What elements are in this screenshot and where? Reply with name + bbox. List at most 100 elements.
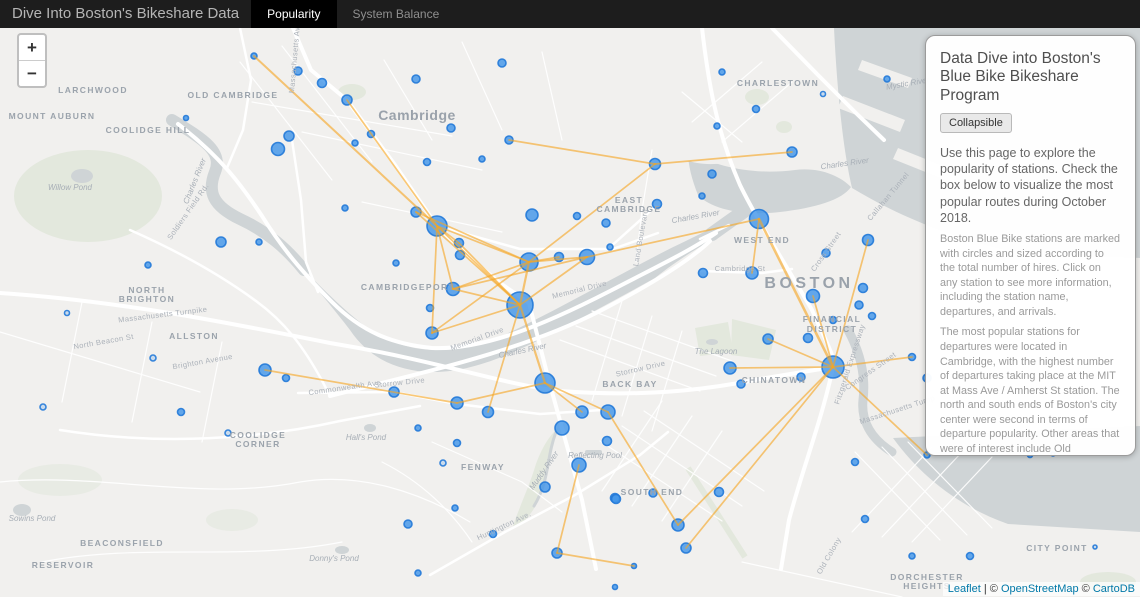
station-marker[interactable] xyxy=(352,140,358,146)
station-marker[interactable] xyxy=(452,505,458,511)
station-marker[interactable] xyxy=(284,131,294,141)
map-label: FINANCIAL xyxy=(803,314,861,324)
info-panel: Data Dive into Boston's Blue Bike Bikesh… xyxy=(925,35,1136,456)
station-marker[interactable] xyxy=(574,213,581,220)
map-label: RESERVOIR xyxy=(32,560,95,570)
map-attribution: Leaflet | © OpenStreetMap © CartoDB xyxy=(943,582,1140,596)
map-label: ALLSTON xyxy=(169,331,219,341)
map-label: Cambridge xyxy=(378,107,456,123)
map-label: DISTRICT xyxy=(807,324,857,334)
station-marker[interactable] xyxy=(607,244,613,250)
station-marker[interactable] xyxy=(708,170,716,178)
zoom-in-button[interactable]: + xyxy=(19,35,45,61)
station-marker[interactable] xyxy=(526,209,538,221)
station-marker[interactable] xyxy=(404,520,412,528)
tab-system-balance[interactable]: System Balance xyxy=(337,0,456,28)
map-label: Hall's Pond xyxy=(346,433,387,442)
station-marker[interactable] xyxy=(855,301,863,309)
station-marker[interactable] xyxy=(719,69,725,75)
tab-popularity[interactable]: Popularity xyxy=(251,0,336,28)
station-marker[interactable] xyxy=(555,421,569,435)
station-marker[interactable] xyxy=(699,193,705,199)
station-marker[interactable] xyxy=(178,409,185,416)
station-marker[interactable] xyxy=(753,106,760,113)
station-marker[interactable] xyxy=(869,313,876,320)
station-marker[interactable] xyxy=(479,156,485,162)
station-marker[interactable] xyxy=(967,553,974,560)
map-label: The Lagoon xyxy=(695,347,738,356)
station-marker[interactable] xyxy=(412,75,420,83)
route-line xyxy=(730,367,833,368)
app-title: Dive Into Boston's Bikeshare Data xyxy=(0,0,251,28)
station-marker[interactable] xyxy=(804,334,813,343)
zoom-control: + − xyxy=(17,33,47,88)
station-marker[interactable] xyxy=(424,159,431,166)
station-marker[interactable] xyxy=(150,355,156,361)
map-label: Donny's Pond xyxy=(309,554,359,563)
station-marker[interactable] xyxy=(283,375,290,382)
attribution-text: | © xyxy=(981,583,1001,595)
station-marker[interactable] xyxy=(216,237,226,247)
station-marker[interactable] xyxy=(612,495,621,504)
station-marker[interactable] xyxy=(859,284,868,293)
map-label: CHARLESTOWN xyxy=(737,78,819,88)
map-label: LARCHWOOD xyxy=(58,85,128,95)
station-marker[interactable] xyxy=(602,219,610,227)
collapsible-button[interactable]: Collapsible xyxy=(940,113,1012,133)
map-label: BEACONSFIELD xyxy=(80,538,164,548)
station-marker[interactable] xyxy=(714,123,720,129)
station-marker[interactable] xyxy=(415,570,421,576)
top-navbar: Dive Into Boston's Bikeshare Data Popula… xyxy=(0,0,1140,28)
map-label: Sowins Pond xyxy=(9,514,56,523)
station-marker[interactable] xyxy=(862,516,869,523)
station-marker[interactable] xyxy=(540,482,550,492)
station-marker[interactable] xyxy=(415,425,421,431)
attribution-link[interactable]: OpenStreetMap xyxy=(1001,583,1079,595)
station-marker[interactable] xyxy=(603,437,612,446)
panel-note-1: Boston Blue Bike stations are marked wit… xyxy=(940,232,1121,319)
panel-intro: Use this page to explore the popularity … xyxy=(940,145,1121,226)
map-label: COOLIDGE HILL xyxy=(106,125,191,135)
station-marker[interactable] xyxy=(821,92,826,97)
map-label: Cambridge St xyxy=(715,264,766,273)
map-label: Willow Pond xyxy=(48,183,92,192)
map-label: CITY POINT xyxy=(1026,543,1088,553)
panel-note-2: The most popular stations for departures… xyxy=(940,325,1121,456)
station-marker[interactable] xyxy=(318,79,327,88)
attribution-link[interactable]: Leaflet xyxy=(948,583,981,595)
station-marker[interactable] xyxy=(342,205,348,211)
station-marker[interactable] xyxy=(256,239,262,245)
station-marker[interactable] xyxy=(498,59,506,67)
map-canvas[interactable]: LARCHWOODMOUNT AUBURNCOOLIDGE HILLOLD CA… xyxy=(0,28,1140,597)
station-marker[interactable] xyxy=(454,440,461,447)
station-marker[interactable] xyxy=(909,553,915,559)
station-marker[interactable] xyxy=(884,76,890,82)
station-marker[interactable] xyxy=(272,143,285,156)
station-marker[interactable] xyxy=(145,262,151,268)
station-marker[interactable] xyxy=(852,459,859,466)
station-marker[interactable] xyxy=(440,460,446,466)
station-marker[interactable] xyxy=(715,488,724,497)
station-marker[interactable] xyxy=(699,269,708,278)
map-label: WEST END xyxy=(734,235,790,245)
station-marker[interactable] xyxy=(447,124,455,132)
map-label: CHINATOWN xyxy=(742,375,807,385)
map-label: CORNER xyxy=(235,439,280,449)
zoom-out-button[interactable]: − xyxy=(19,61,45,86)
map-label: BACK BAY xyxy=(602,379,657,389)
map-label: FENWAY xyxy=(461,462,505,472)
map-label: CAMBRIDGE xyxy=(596,204,661,214)
map-label: BRIGHTON xyxy=(119,294,175,304)
station-marker[interactable] xyxy=(393,260,399,266)
map-label: OLD CAMBRIDGE xyxy=(188,90,279,100)
station-marker[interactable] xyxy=(40,404,46,410)
map-label: CAMBRIDGEPORT xyxy=(361,282,455,292)
attribution-link[interactable]: CartoDB xyxy=(1093,583,1135,595)
map-label: Reflecting Pool xyxy=(568,451,622,460)
attribution-text: © xyxy=(1079,583,1093,595)
station-marker[interactable] xyxy=(65,311,70,316)
station-marker[interactable] xyxy=(613,585,618,590)
panel-title: Data Dive into Boston's Blue Bike Bikesh… xyxy=(940,50,1121,105)
station-marker[interactable] xyxy=(1093,545,1097,549)
station-marker[interactable] xyxy=(184,116,189,121)
